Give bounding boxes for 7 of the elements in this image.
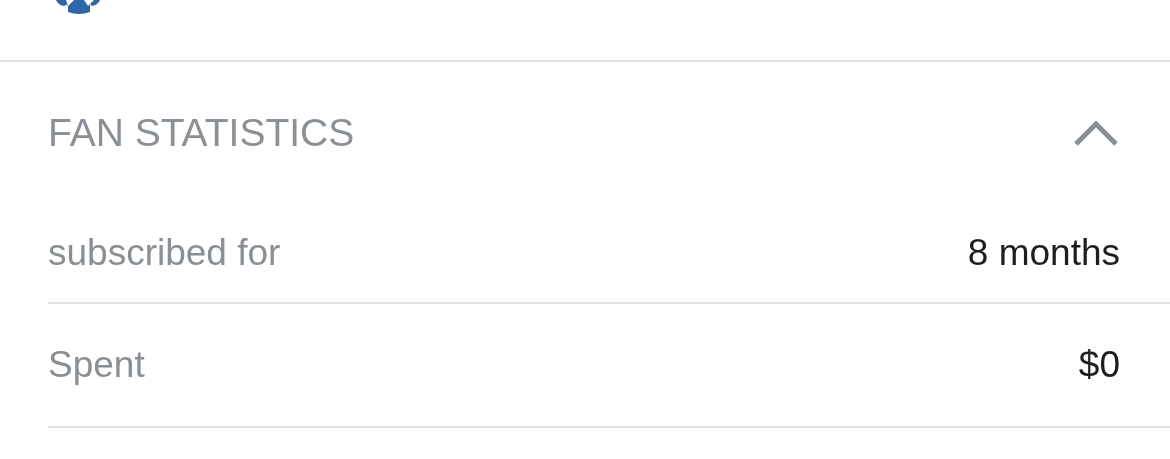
shirt-icon [54, 0, 102, 15]
stat-value: $0 [1078, 344, 1120, 386]
chevron-icon[interactable] [1072, 118, 1120, 148]
stat-label: subscribed for [48, 232, 281, 274]
stat-value: 8 months [967, 232, 1120, 274]
stat-label: Spent [48, 344, 145, 386]
section-title: FAN STATISTICS [48, 111, 355, 155]
